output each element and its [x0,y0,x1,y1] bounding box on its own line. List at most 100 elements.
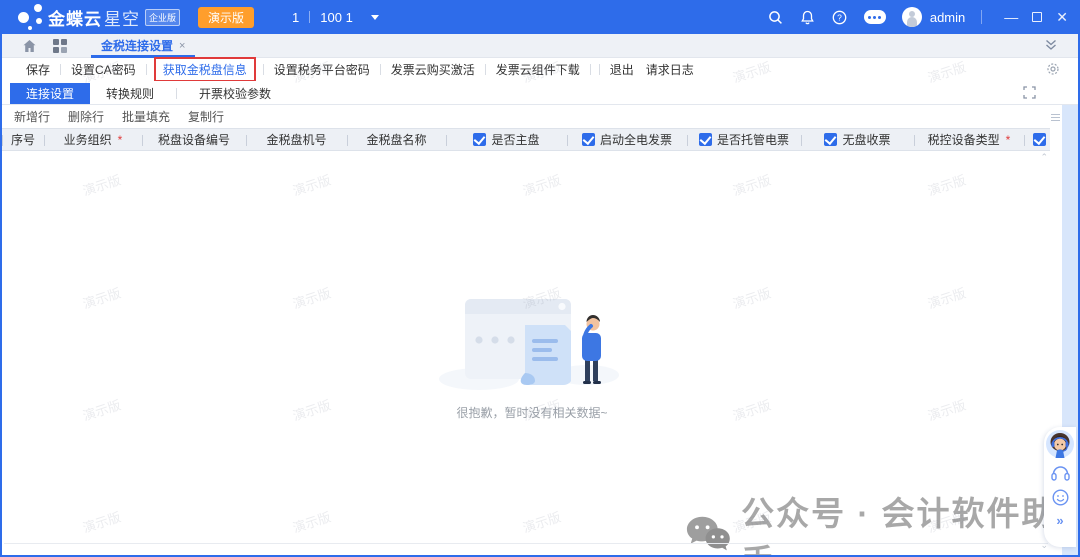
demo-version-badge: 演示版 [198,7,254,28]
invoice-cloud-component-download-button[interactable]: 发票云组件下载 [490,61,586,78]
request-log-button[interactable]: 请求日志 [640,61,700,78]
assistant-avatar[interactable] [1046,430,1074,458]
checkbox-checked-icon[interactable] [582,133,595,146]
column-header-golden-tax-disk-no[interactable]: 金税盘机号 [246,129,347,150]
column-header-golden-tax-disk-name[interactable]: 金税盘名称 [347,129,446,150]
tab-tax-connection-settings[interactable]: 金税连接设置 × [89,34,197,58]
divider [309,11,310,23]
more-options-icon[interactable] [864,10,886,24]
subtab-invoice-validation-params[interactable]: 开票校验参数 [183,83,287,104]
column-header-seq[interactable]: 序号 [2,129,44,150]
panel-drag-handle[interactable] [1051,112,1060,123]
table-header: 序号 业务组织* 税盘设备编号 金税盘机号 金税盘名称 是否主盘 启动全电发票 … [2,128,1050,151]
app-title-light: 星空 [104,5,140,30]
divider [263,64,264,75]
column-header-is-hosted-e-ticket[interactable]: 是否托管电票 [687,129,801,150]
demo-watermark: 演示版 [520,506,563,536]
set-tax-platform-password-button[interactable]: 设置税务平台密码 [268,61,376,78]
invoice-cloud-purchase-button[interactable]: 发票云购买激活 [385,61,481,78]
grid-toolbar: 新增行 删除行 批量填充 复制行 [2,105,1078,128]
save-button[interactable]: 保存 [20,61,56,78]
delete-row-button[interactable]: 删除行 [68,108,104,125]
divider [380,64,381,75]
app-title-bold: 金蝶云 [48,5,102,30]
minimize-button[interactable]: — [1004,10,1018,24]
divider [176,88,177,99]
assistant-dock-panel: » [1044,427,1076,547]
apps-grid-icon[interactable] [53,39,67,53]
edition-badge: 企业版 [145,9,180,26]
add-row-button[interactable]: 新增行 [14,108,50,125]
divider [981,10,982,24]
settings-subtabs: 连接设置 转换规则 开票校验参数 [2,81,1078,105]
tab-close-icon[interactable]: × [179,40,185,52]
wechat-icon [685,514,731,556]
document-tabbar: 金税连接设置 × [2,34,1078,58]
column-header-is-main-disk[interactable]: 是否主盘 [446,129,567,150]
tab-label: 金税连接设置 [101,37,173,54]
checkbox-checked-icon[interactable] [824,133,837,146]
subtab-conversion-rules[interactable]: 转换规则 [90,83,170,104]
main-toolbar: 保存 设置CA密码 获取金税盘信息 设置税务平台密码 发票云购买激活 发票云组件… [2,58,1078,81]
chevron-down-icon[interactable] [371,15,379,20]
org-count-left: 1 [292,10,299,25]
get-tax-disk-info-button[interactable]: 获取金税盘信息 [161,63,249,77]
wechat-watermark-text: 公众号 · 会计软件助手 [741,487,1078,557]
checkbox-checked-icon[interactable] [699,133,712,146]
gear-icon[interactable] [1046,62,1060,79]
topbar-actions: ? admin — ✕ [768,7,1068,27]
required-asterisk: * [118,133,123,147]
notification-bell-icon[interactable] [800,9,816,25]
divider [590,64,591,75]
scroll-down-icon[interactable]: ⌄ [1040,541,1048,550]
scroll-up-icon[interactable]: ⌃ [1040,153,1048,162]
app-title: 金蝶云 星空 [48,5,140,30]
org-count-right: 100 1 [320,10,353,25]
subtab-connection-settings[interactable]: 连接设置 [10,83,90,104]
empty-state: 很抱歉，暂时没有相关数据~ [432,291,632,421]
required-asterisk: * [1006,133,1011,147]
window-controls: — ✕ [1004,10,1068,24]
home-icon[interactable] [22,39,37,53]
user-avatar[interactable] [902,7,922,27]
search-icon[interactable] [768,9,784,25]
batch-fill-button[interactable]: 批量填充 [122,108,170,125]
close-button[interactable]: ✕ [1056,10,1068,24]
demo-watermark: 演示版 [290,506,333,536]
divider [485,64,486,75]
column-header-business-org[interactable]: 业务组织* [44,129,142,150]
headset-support-icon[interactable] [1051,465,1070,482]
maximize-button[interactable] [1032,12,1042,22]
highlight-annotation-box: 获取金税盘信息 [154,57,256,82]
exit-button[interactable]: 退出 [604,61,640,78]
column-header-clipped[interactable] [1024,129,1050,150]
topbar: 金蝶云 星空 企业版 演示版 1 100 1 ? admin [2,0,1078,34]
divider [60,64,61,75]
panel-expand-icon[interactable]: » [1056,513,1063,528]
empty-state-message: 很抱歉，暂时没有相关数据~ [432,404,632,421]
column-header-diskless-receipt[interactable]: 无盘收票 [801,129,914,150]
help-icon[interactable]: ? [832,9,848,25]
divider [599,64,600,75]
grid-bottom-border [4,543,1048,544]
grid-body: 很抱歉，暂时没有相关数据~ 公众号 · 会计软件助手 [2,151,1078,509]
collapse-double-chevron-icon[interactable] [1044,38,1058,57]
set-ca-password-button[interactable]: 设置CA密码 [65,61,142,78]
svg-text:?: ? [837,12,842,22]
checkbox-checked-icon[interactable] [473,133,486,146]
column-header-tax-control-device-type[interactable]: 税控设备类型* [914,129,1024,150]
divider [146,64,147,75]
expand-fullscreen-icon[interactable] [1023,86,1036,102]
copy-row-button[interactable]: 复制行 [188,108,224,125]
wechat-footer-watermark: 公众号 · 会计软件助手 [685,487,1078,557]
empty-state-illustration [437,291,627,391]
demo-watermark: 演示版 [80,506,123,536]
smiley-feedback-icon[interactable] [1052,489,1069,506]
app-window: 金蝶云 星空 企业版 演示版 1 100 1 ? admin [0,0,1080,557]
checkbox-checked-icon[interactable] [1033,133,1046,146]
kingdee-logo-icon [10,2,44,32]
column-header-tax-disk-device-no[interactable]: 税盘设备编号 [142,129,246,150]
column-header-enable-all-e-invoice[interactable]: 启动全电发票 [567,129,687,150]
org-selector[interactable]: 1 100 1 [292,10,379,25]
username-label: admin [930,10,965,25]
